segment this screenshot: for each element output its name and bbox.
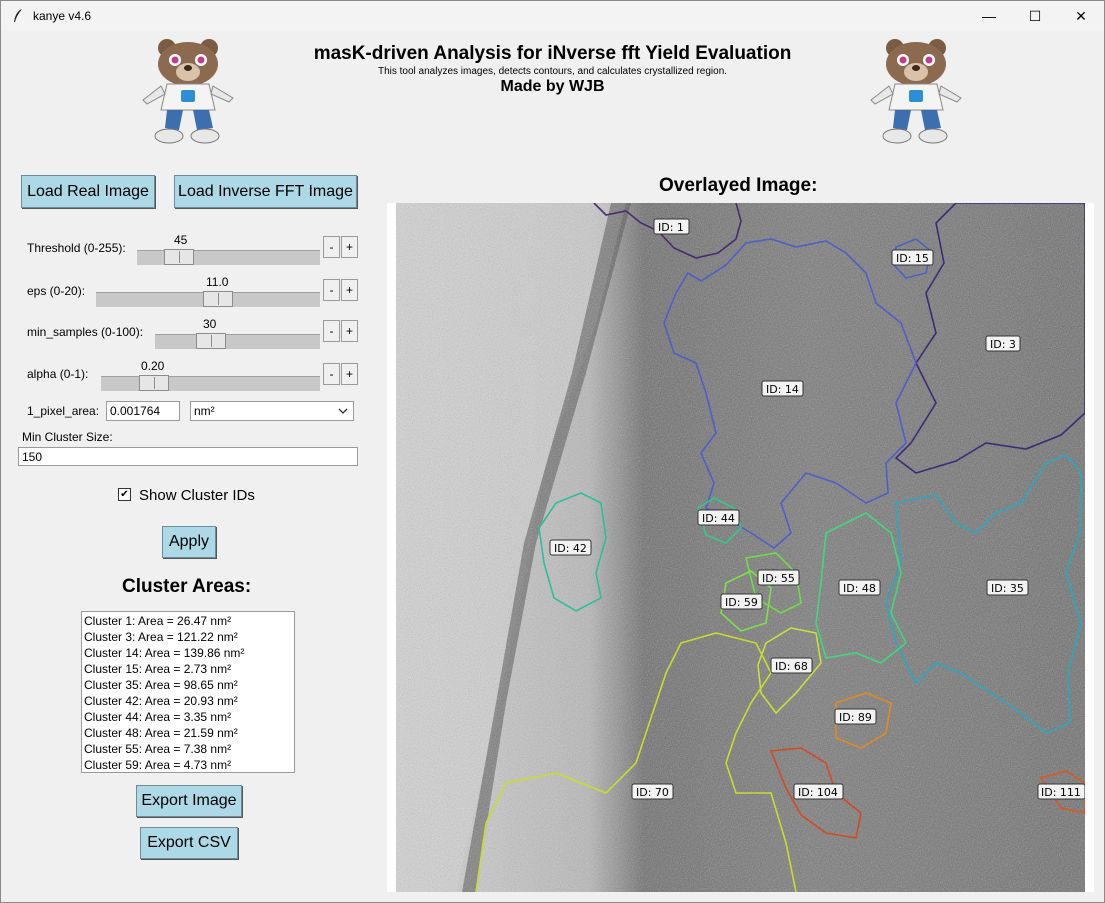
svg-text:ID: 44: ID: 44	[702, 512, 735, 525]
min-cluster-size-input[interactable]: 150	[18, 447, 358, 466]
close-icon: ✕	[1075, 7, 1087, 24]
minimize-icon: —	[982, 8, 996, 24]
micrograph-grain	[396, 203, 1085, 892]
svg-text:ID: 1: ID: 1	[658, 221, 684, 234]
threshold-label: Threshold (0-255):	[27, 241, 126, 255]
threshold-slider[interactable]	[137, 249, 320, 265]
cluster-areas-list[interactable]: Cluster 1: Area = 26.47 nm² Cluster 3: A…	[81, 611, 295, 773]
list-item[interactable]: Cluster 15: Area = 2.73 nm²	[84, 661, 292, 677]
cluster-id-label-104: ID: 104	[793, 783, 844, 800]
eps-value: 11.0	[206, 275, 229, 289]
window-title: kanye v4.6	[33, 9, 92, 23]
load-inverse-fft-button[interactable]: Load Inverse FFT Image	[174, 175, 357, 208]
min-samples-slider[interactable]	[155, 333, 320, 349]
threshold-increment-button[interactable]: +	[341, 236, 358, 258]
cluster-id-label-111: ID: 111	[1037, 783, 1085, 800]
eps-label: eps (0-20):	[27, 284, 86, 298]
svg-text:ID: 42: ID: 42	[554, 542, 587, 555]
close-button[interactable]: ✕	[1058, 1, 1104, 31]
checkmark-icon: ✔	[120, 489, 129, 500]
cluster-id-label-68: ID: 68	[770, 657, 813, 674]
list-item[interactable]: Cluster 3: Area = 121.22 nm²	[84, 629, 292, 645]
cluster-id-label-59: ID: 59	[720, 593, 763, 610]
show-cluster-ids-label[interactable]: Show Cluster IDs	[139, 487, 255, 504]
list-item[interactable]: Cluster 1: Area = 26.47 nm²	[84, 613, 292, 629]
threshold-decrement-button[interactable]: -	[323, 236, 340, 258]
list-item[interactable]: Cluster 59: Area = 4.73 nm²	[84, 757, 292, 772]
svg-text:ID: 14: ID: 14	[766, 383, 799, 396]
alpha-label: alpha (0-1):	[27, 367, 89, 381]
svg-text:ID: 89: ID: 89	[839, 711, 872, 724]
svg-text:ID: 48: ID: 48	[843, 582, 876, 595]
eps-slider-thumb[interactable]	[203, 291, 233, 307]
title-bar: kanye v4.6 — ☐ ✕	[1, 1, 1104, 31]
cluster-id-label-1: ID: 1	[653, 218, 690, 235]
min-cluster-size-label: Min Cluster Size:	[22, 430, 113, 444]
list-item[interactable]: Cluster 35: Area = 98.65 nm²	[84, 677, 292, 693]
apply-button[interactable]: Apply	[162, 526, 216, 558]
cluster-areas-heading: Cluster Areas:	[122, 576, 252, 597]
load-real-image-button[interactable]: Load Real Image	[21, 175, 155, 208]
list-item[interactable]: Cluster 42: Area = 20.93 nm²	[84, 693, 292, 709]
chevron-down-icon	[338, 408, 348, 414]
maximize-button[interactable]: ☐	[1012, 1, 1058, 31]
show-cluster-ids-checkbox[interactable]: ✔	[118, 488, 131, 501]
svg-text:ID: 55: ID: 55	[762, 572, 795, 585]
svg-text:ID: 111: ID: 111	[1041, 786, 1081, 799]
cluster-id-label-3: ID: 3	[985, 335, 1021, 352]
overlayed-image-heading: Overlayed Image:	[659, 175, 818, 196]
unit-select-value: nm²	[194, 404, 215, 418]
min-samples-value: 30	[203, 317, 217, 331]
svg-text:ID: 68: ID: 68	[775, 660, 808, 673]
cluster-id-label-44: ID: 44	[697, 509, 740, 526]
svg-text:ID: 70: ID: 70	[636, 786, 669, 799]
maximize-icon: ☐	[1028, 7, 1042, 24]
pixel-area-label: 1_pixel_area:	[27, 404, 100, 418]
overlayed-image[interactable]: ID: 1 ID: 15 ID: 3 ID: 14 ID: 44 ID: 42 …	[396, 203, 1085, 892]
svg-text:ID: 3: ID: 3	[990, 338, 1016, 351]
min-samples-label: min_samples (0-100):	[27, 325, 144, 339]
min-samples-increment-button[interactable]: +	[341, 320, 358, 342]
cluster-id-label-42: ID: 42	[549, 539, 592, 556]
export-image-button[interactable]: Export Image	[136, 785, 242, 817]
minimize-button[interactable]: —	[966, 1, 1012, 31]
threshold-value: 45	[174, 233, 188, 247]
alpha-decrement-button[interactable]: -	[323, 363, 340, 385]
min-samples-decrement-button[interactable]: -	[323, 320, 340, 342]
list-item[interactable]: Cluster 48: Area = 21.59 nm²	[84, 725, 292, 741]
alpha-value: 0.20	[141, 359, 165, 373]
cluster-id-label-14: ID: 14	[761, 380, 804, 397]
svg-text:ID: 35: ID: 35	[991, 582, 1024, 595]
svg-text:ID: 59: ID: 59	[725, 596, 758, 609]
svg-text:ID: 104: ID: 104	[798, 786, 838, 799]
bear-mascot-right	[870, 39, 962, 144]
alpha-slider-thumb[interactable]	[139, 375, 169, 391]
cluster-id-label-15: ID: 15	[891, 249, 934, 266]
list-item[interactable]: Cluster 14: Area = 139.86 nm²	[84, 645, 292, 661]
cluster-id-label-48: ID: 48	[838, 579, 881, 596]
cluster-id-label-55: ID: 55	[757, 569, 800, 586]
cluster-id-label-89: ID: 89	[834, 708, 877, 725]
export-csv-button[interactable]: Export CSV	[140, 827, 238, 859]
svg-text:ID: 15: ID: 15	[896, 252, 929, 265]
cluster-id-label-70: ID: 70	[631, 783, 674, 800]
eps-increment-button[interactable]: +	[341, 279, 358, 301]
alpha-slider[interactable]	[101, 375, 320, 391]
threshold-slider-thumb[interactable]	[164, 249, 194, 265]
list-item[interactable]: Cluster 55: Area = 7.38 nm²	[84, 741, 292, 757]
eps-decrement-button[interactable]: -	[323, 279, 340, 301]
alpha-increment-button[interactable]: +	[341, 363, 358, 385]
feather-icon	[14, 9, 22, 22]
bear-mascot-left	[142, 39, 234, 144]
unit-select[interactable]: nm²	[190, 401, 354, 421]
pixel-area-input[interactable]: 0.001764	[106, 401, 180, 421]
min-samples-slider-thumb[interactable]	[196, 333, 226, 349]
eps-slider[interactable]	[96, 291, 320, 307]
list-item[interactable]: Cluster 44: Area = 3.35 nm²	[84, 709, 292, 725]
cluster-id-label-35: ID: 35	[986, 579, 1029, 596]
